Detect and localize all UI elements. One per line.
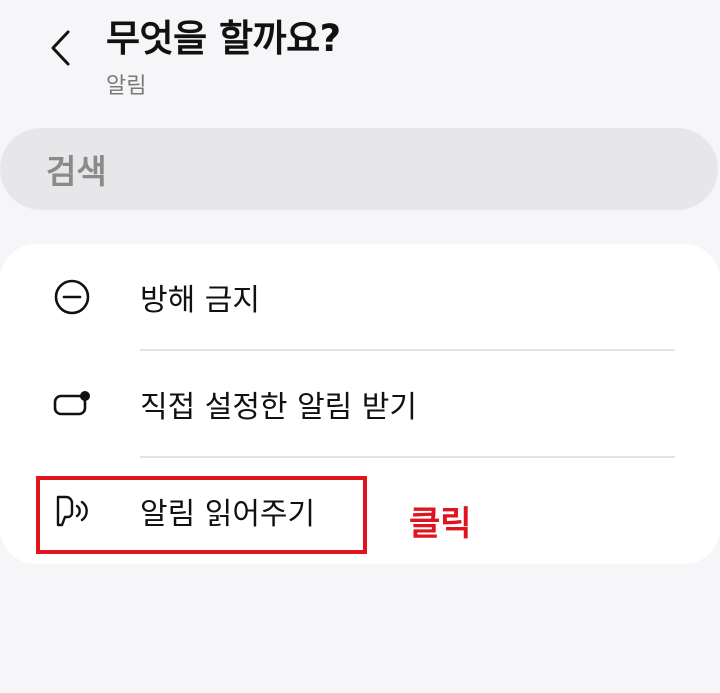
option-do-not-disturb[interactable]: 방해 금지 [0,244,720,350]
option-label: 방해 금지 [140,283,260,318]
click-annotation: 클릭 [409,504,472,544]
do-not-disturb-icon [50,275,94,319]
read-aloud-icon [50,489,94,533]
option-custom-notifications[interactable]: 직접 설정한 알림 받기 [0,351,720,457]
search-input[interactable]: 검색 [0,128,718,210]
search-placeholder: 검색 [46,152,107,191]
option-label: 직접 설정한 알림 받기 [140,390,418,425]
options-card: 방해 금지 직접 설정한 알림 받기 알림 읽어주기 [0,244,720,564]
custom-notification-icon [50,382,94,426]
chevron-left-icon [51,30,70,66]
option-read-notifications-aloud[interactable]: 알림 읽어주기 [0,458,720,564]
page-subtitle: 알림 [106,74,147,99]
page-title: 무엇을 할까요? [106,17,341,60]
back-button[interactable] [40,26,80,70]
option-label: 알림 읽어주기 [140,497,316,532]
